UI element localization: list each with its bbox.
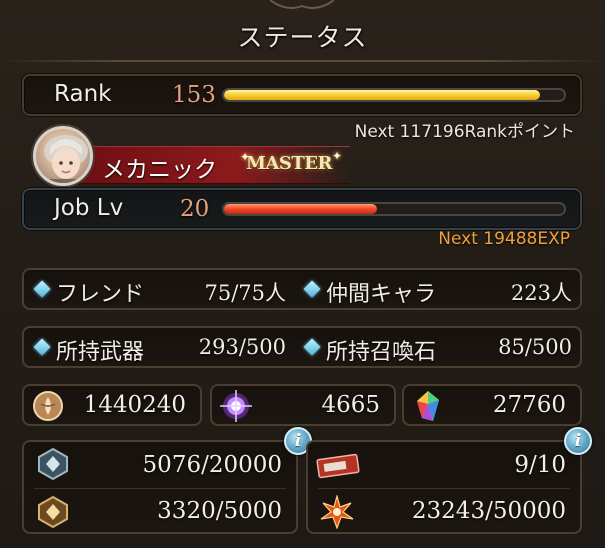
job-next-exp: Next 19488EXP [438, 229, 570, 249]
weapons-value: 293/500 [198, 335, 286, 359]
info-button[interactable]: i [564, 427, 592, 455]
crew-label: 仲間キャラ [326, 282, 437, 307]
ticket-value: 9/10 [514, 452, 566, 478]
rupie-panel: 1440240 [22, 384, 202, 426]
job-level-label: Job Lv [54, 195, 124, 221]
job-panel: Job Lv 20 [22, 188, 582, 230]
friend-label: フレンド [56, 282, 145, 307]
diamond-icon [303, 280, 321, 298]
points-panel-left: 5076/20000 3320/5000 [22, 440, 298, 534]
ap-value: 5076/20000 [142, 452, 282, 478]
sparkle-icon: ✦ [240, 150, 251, 164]
crew-value: 223人 [510, 281, 572, 305]
bp-shield-icon [38, 495, 68, 529]
rupie-value: 1440240 [83, 392, 186, 418]
crystal-value: 27760 [492, 392, 566, 418]
rank-progress-bar [222, 88, 566, 102]
burst-value: 23243/50000 [411, 498, 566, 524]
diamond-icon [33, 338, 51, 356]
ap-shield-icon [38, 447, 68, 481]
summons-label: 所持召喚石 [326, 340, 437, 365]
rank-next-text: Next 117196Rankポイント [354, 122, 575, 142]
master-badge: MASTER [246, 153, 332, 174]
bp-value: 3320/5000 [157, 498, 282, 524]
orb-panel: 4665 [210, 384, 396, 426]
diamond-icon [33, 280, 51, 298]
rank-label: Rank [54, 81, 112, 107]
sparkle-icon: ✦ [332, 149, 343, 163]
row-divider [34, 488, 286, 489]
row-divider [318, 488, 570, 489]
character-avatar[interactable] [33, 126, 93, 186]
job-name: メカニック [102, 157, 217, 183]
weapons-label: 所持武器 [56, 340, 145, 365]
summons-value: 85/500 [498, 335, 572, 359]
friend-value: 75/75人 [204, 281, 286, 305]
burst-star-icon [320, 495, 354, 529]
rainbow-crystal-icon [417, 391, 439, 421]
party-row-2: 所持武器 293/500 所持召喚石 85/500 [22, 326, 582, 368]
title-divider [0, 60, 605, 62]
crystal-panel: 27760 [402, 384, 582, 426]
ornament-icon [270, 0, 334, 9]
rank-progress-fill [224, 90, 541, 100]
job-exp-fill [224, 204, 377, 214]
job-level-value: 20 [180, 196, 210, 222]
rank-panel: Rank 153 [22, 74, 582, 116]
job-exp-bar [222, 202, 566, 216]
party-row-1: フレンド 75/75人 仲間キャラ 223人 [22, 268, 582, 310]
page-title: ステータス [237, 23, 368, 52]
crystal-orb-icon [220, 390, 252, 422]
rupie-coin-icon [33, 391, 63, 421]
diamond-icon [303, 338, 321, 356]
rank-value: 153 [172, 82, 216, 108]
orb-value: 4665 [321, 392, 380, 418]
points-panel-right: 9/10 23243/50000 [306, 440, 582, 534]
ticket-icon [316, 453, 360, 479]
